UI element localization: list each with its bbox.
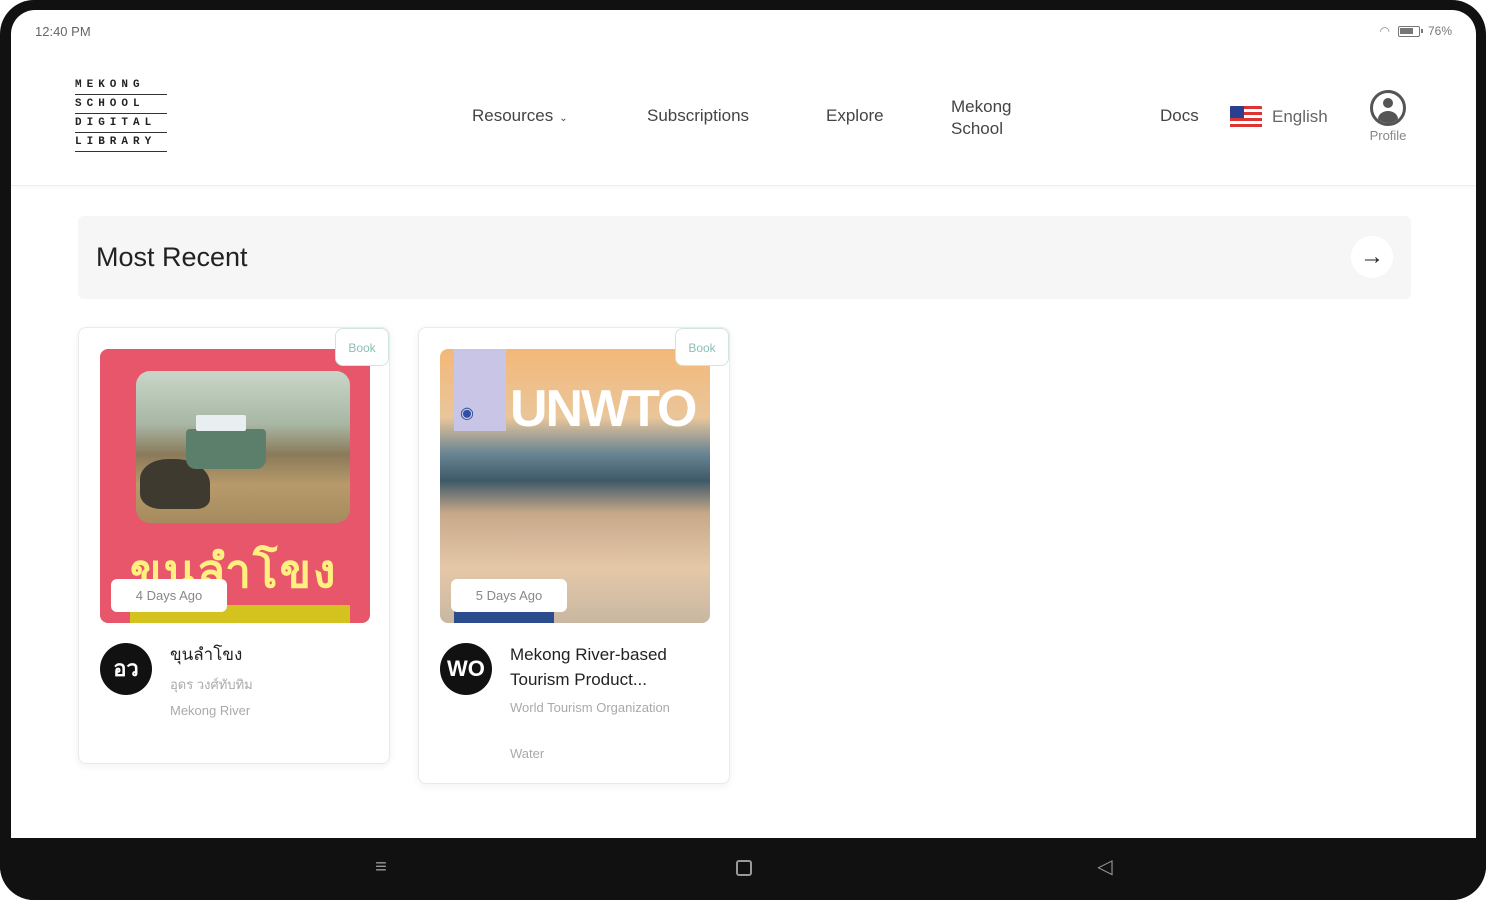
- cover-title-text: UNWTO: [510, 380, 697, 438]
- nav-resources[interactable]: Resources ⌄: [472, 106, 568, 126]
- status-indicators: ◠ 76%: [1379, 24, 1452, 38]
- device-frame: 12:40 PM ◠ 76% MEKONG SCHOOL DIGITAL LIB…: [0, 0, 1486, 900]
- logo-row: DIGITAL: [75, 114, 167, 133]
- book-card[interactable]: ขุนลำโขง 4 Days Ago Book อว ขุนลำโขง อุด…: [78, 327, 390, 764]
- system-navigation-bar: ≡ ◁: [0, 838, 1486, 900]
- logo-row: SCHOOL: [75, 95, 167, 114]
- book-author: World Tourism Organization: [510, 700, 670, 715]
- profile-label: Profile: [1369, 128, 1407, 143]
- book-tag: Water: [510, 746, 545, 761]
- top-header: MEKONG SCHOOL DIGITAL LIBRARY Resources ⌄…: [11, 54, 1476, 186]
- author-avatar: อว: [100, 643, 152, 695]
- author-avatar: WO: [440, 643, 492, 695]
- book-author: อุดร วงศ์ทับทิม: [170, 677, 253, 692]
- book-tag: Mekong River: [170, 703, 251, 718]
- book-cover-image[interactable]: ◉ UNWTO 5 Days Ago: [440, 349, 710, 623]
- wifi-icon: ◠: [1379, 24, 1390, 38]
- status-bar: 12:40 PM ◠ 76%: [11, 10, 1476, 54]
- nav-subscriptions[interactable]: Subscriptions: [647, 106, 749, 126]
- language-label: English: [1272, 107, 1328, 126]
- battery-icon: [1397, 25, 1423, 37]
- nav-mekong-school[interactable]: Mekong School: [951, 96, 1041, 140]
- nav-docs[interactable]: Docs: [1160, 106, 1199, 126]
- see-all-arrow-button[interactable]: →: [1351, 236, 1393, 278]
- status-time: 12:40 PM: [35, 24, 91, 39]
- nav-resources-label: Resources: [472, 106, 554, 125]
- us-flag-icon: [1230, 106, 1262, 128]
- most-recent-section-header: Most Recent →: [78, 216, 1411, 299]
- book-cover-image[interactable]: ขุนลำโขง 4 Days Ago: [100, 349, 370, 623]
- book-title[interactable]: Mekong River-based Tourism Product...: [510, 642, 710, 692]
- boat-illustration: [186, 415, 266, 469]
- section-title: Most Recent: [96, 242, 248, 272]
- nav-explore[interactable]: Explore: [826, 106, 884, 126]
- content-type-badge: Book: [335, 328, 389, 366]
- profile-button[interactable]: Profile: [1361, 90, 1415, 143]
- logo-row: LIBRARY: [75, 133, 167, 152]
- back-icon[interactable]: ◁: [1090, 852, 1120, 882]
- book-card[interactable]: ◉ UNWTO 5 Days Ago Book WO Mekong River-…: [418, 327, 730, 784]
- app-screen: 12:40 PM ◠ 76% MEKONG SCHOOL DIGITAL LIB…: [11, 10, 1476, 838]
- recent-apps-icon[interactable]: ≡: [366, 852, 396, 882]
- chevron-down-icon: ⌄: [559, 113, 568, 124]
- content-type-badge: Book: [675, 328, 729, 366]
- mekong-school-digital-library-logo[interactable]: MEKONG SCHOOL DIGITAL LIBRARY: [75, 76, 167, 152]
- logo-row: MEKONG: [75, 76, 167, 95]
- home-icon[interactable]: [729, 852, 759, 882]
- arrow-right-icon: →: [1360, 243, 1384, 270]
- un-emblem-icon: ◉: [460, 405, 474, 422]
- battery-level: 76%: [1427, 24, 1452, 38]
- published-time-badge: 5 Days Ago: [451, 579, 567, 612]
- published-time-badge: 4 Days Ago: [111, 579, 227, 612]
- user-avatar-icon: [1370, 90, 1406, 126]
- book-title[interactable]: ขุนลำโขง: [170, 642, 370, 667]
- language-selector[interactable]: English: [1230, 106, 1328, 128]
